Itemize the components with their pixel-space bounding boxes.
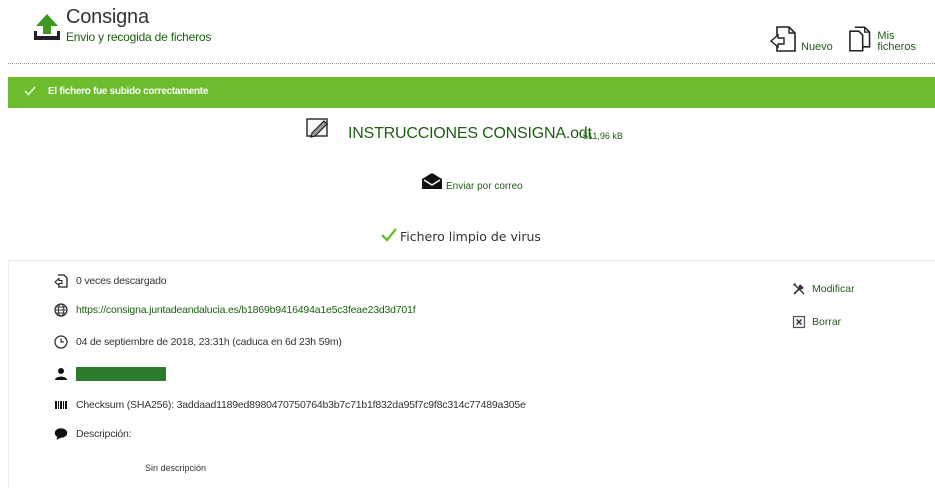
envelope-icon[interactable] bbox=[421, 172, 443, 190]
send-email-row: Enviar por correo bbox=[0, 172, 935, 196]
file-details-panel: 0 veces descargado https://consigna.junt… bbox=[8, 260, 935, 488]
description-value: Sin descripción bbox=[145, 463, 207, 473]
download-arrow-icon bbox=[54, 274, 68, 288]
new-file-label: Nuevo bbox=[801, 41, 833, 53]
my-files-label: Mis ficheros bbox=[877, 30, 916, 53]
tools-icon bbox=[793, 283, 805, 295]
delete-button[interactable]: Borrar bbox=[792, 315, 841, 329]
clock-icon bbox=[54, 335, 68, 349]
barcode-icon bbox=[55, 401, 67, 409]
delete-label: Borrar bbox=[812, 316, 842, 328]
file-title-row: INSTRUCCIONES CONSIGNA.odt 511,96 kB bbox=[0, 116, 935, 156]
new-file-button[interactable]: Nuevo bbox=[769, 24, 833, 54]
speech-bubble-icon bbox=[54, 428, 68, 440]
checksum-text: Checksum (SHA256): 3addaad1189ed89804707… bbox=[76, 399, 526, 411]
virus-status-row: Fichero limpio de virus bbox=[0, 226, 935, 248]
redacted-owner bbox=[76, 367, 166, 381]
file-link-row: https://consigna.juntadeandalucia.es/b18… bbox=[54, 303, 416, 317]
description-row: Descripción: bbox=[54, 427, 132, 441]
my-files-button[interactable]: Mis ficheros bbox=[846, 24, 935, 54]
header-divider bbox=[8, 63, 935, 64]
virus-status-text: Fichero limpio de virus bbox=[400, 229, 541, 244]
owner-row bbox=[54, 367, 166, 381]
app-subtitle: Envio y recogida de ficheros bbox=[66, 30, 212, 44]
file-url-link[interactable]: https://consigna.juntadeandalucia.es/b18… bbox=[76, 304, 416, 316]
upload-date: 04 de septiembre de 2018, 23:31h (caduca… bbox=[76, 336, 342, 348]
globe-icon bbox=[54, 303, 68, 317]
delete-icon bbox=[792, 315, 806, 329]
modify-button[interactable]: Modificar bbox=[792, 282, 855, 296]
check-icon bbox=[24, 86, 36, 96]
description-label: Descripción: bbox=[76, 428, 132, 440]
user-icon bbox=[55, 368, 67, 380]
checksum-row: Checksum (SHA256): 3addaad1189ed89804707… bbox=[54, 398, 526, 412]
document-edit-icon bbox=[306, 118, 328, 138]
file-name-link[interactable]: INSTRUCCIONES CONSIGNA.odt bbox=[348, 125, 592, 143]
download-count-row: 0 veces descargado bbox=[54, 274, 167, 288]
files-icon bbox=[849, 26, 871, 52]
app-title: Consigna bbox=[66, 6, 149, 28]
check-icon bbox=[381, 228, 397, 242]
send-email-link[interactable]: Enviar por correo bbox=[446, 181, 523, 192]
page-header: Consigna Envio y recogida de ficheros Nu… bbox=[0, 0, 935, 68]
success-message: El fichero fue subido correctamente bbox=[48, 86, 209, 97]
date-row: 04 de septiembre de 2018, 23:31h (caduca… bbox=[54, 335, 342, 349]
success-alert: El fichero fue subido correctamente bbox=[8, 77, 935, 108]
upload-icon bbox=[34, 14, 60, 40]
modify-label: Modificar bbox=[812, 283, 855, 295]
file-size: 511,96 kB bbox=[583, 131, 623, 141]
download-count: 0 veces descargado bbox=[76, 275, 167, 287]
new-file-icon bbox=[769, 26, 796, 52]
